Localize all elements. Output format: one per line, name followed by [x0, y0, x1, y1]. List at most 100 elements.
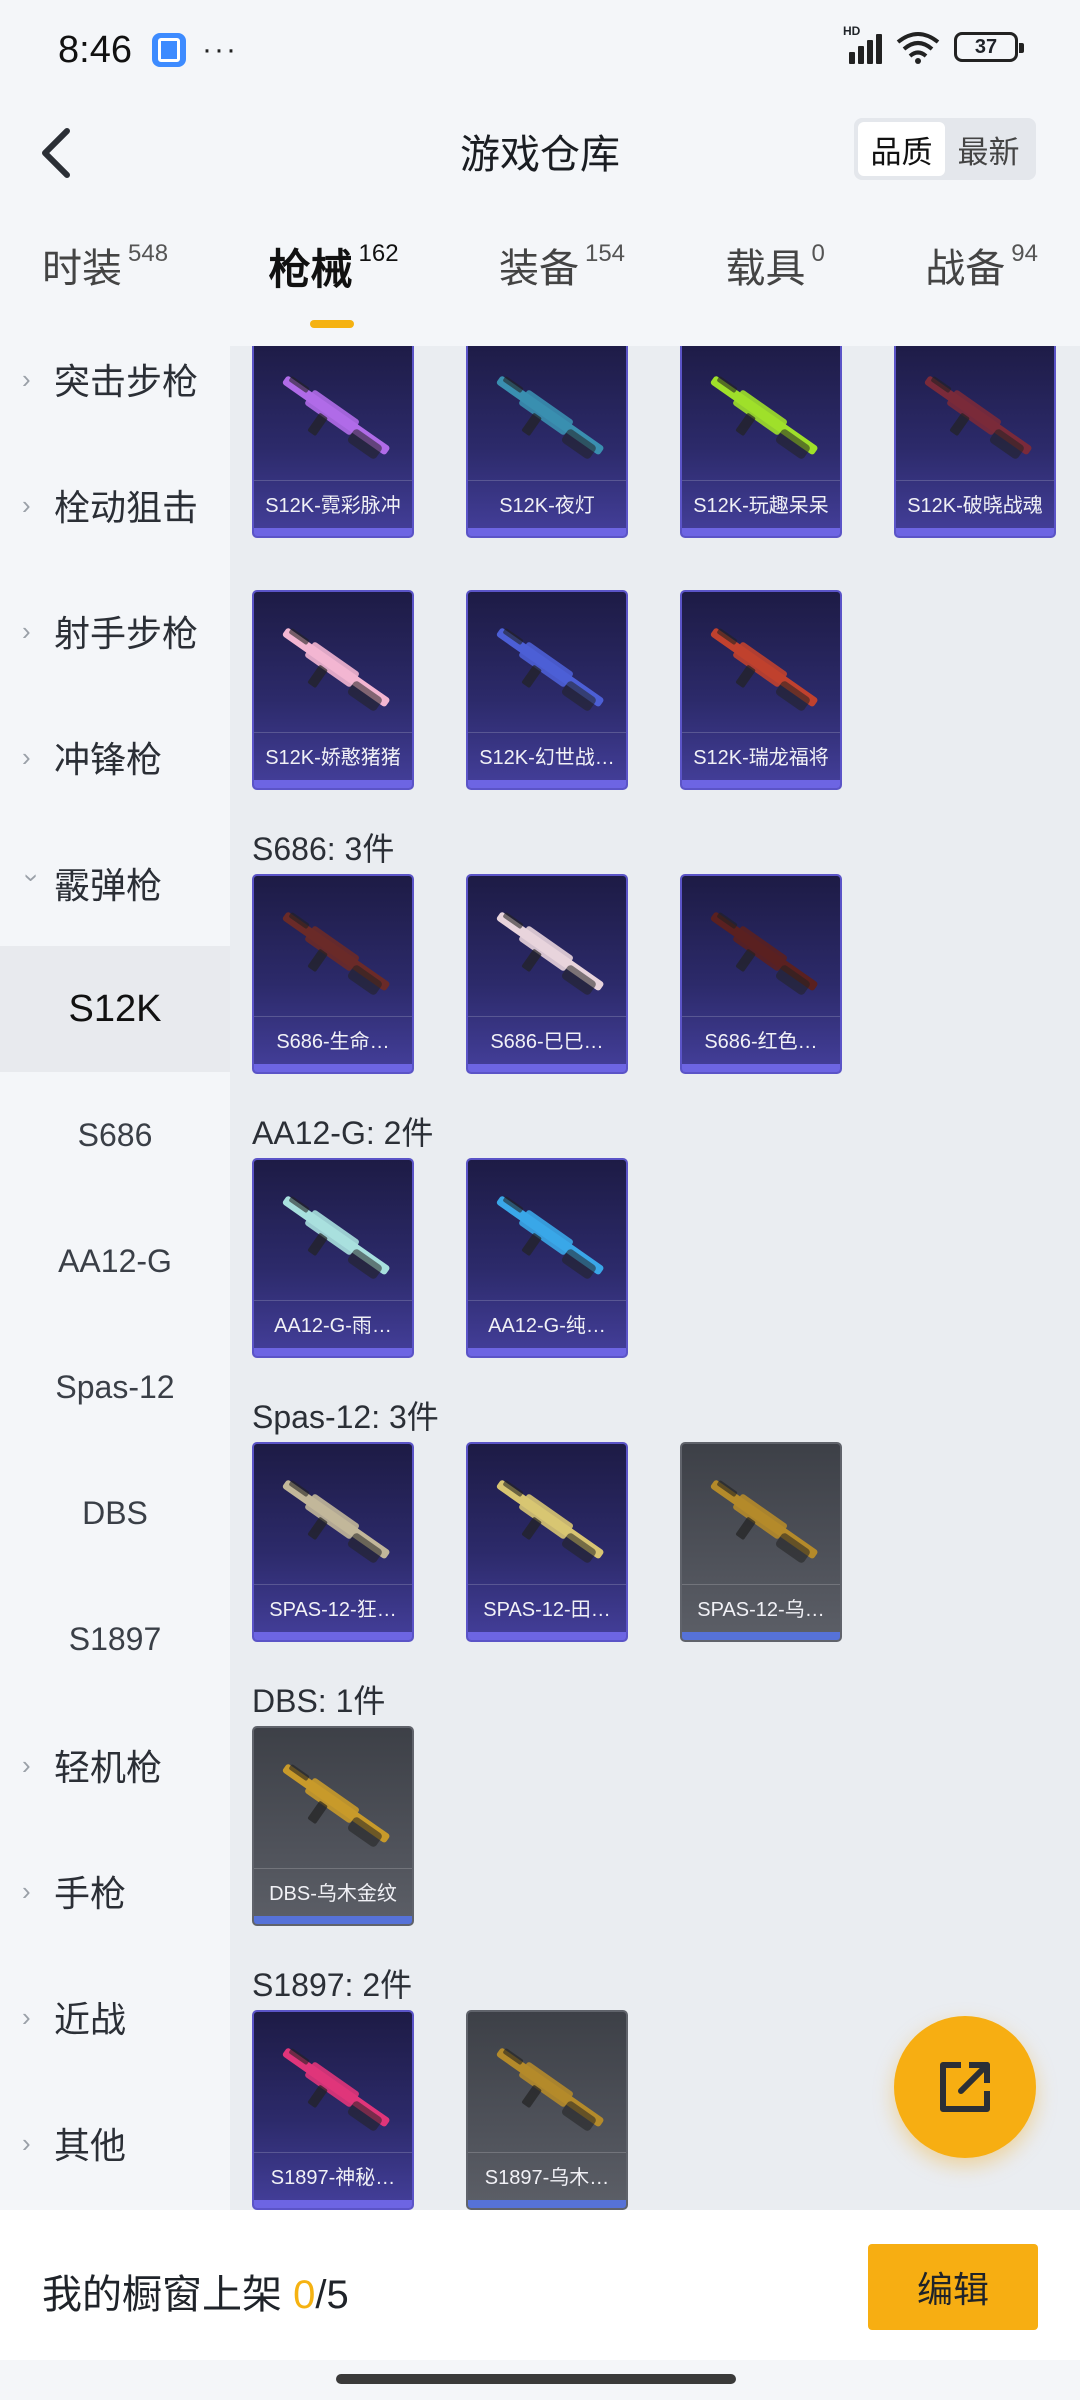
sidebar-category-label: 射手步枪 — [54, 613, 199, 654]
sidebar-category[interactable]: › 手枪 — [0, 1828, 230, 1954]
tab-1[interactable]: 枪械 162 — [268, 236, 399, 336]
chevron-right-icon: › — [22, 1749, 31, 1780]
weapon-name: S686-生命… — [254, 1016, 412, 1062]
tab-count: 548 — [128, 240, 169, 267]
weapon-card[interactable]: S686-生命… — [252, 874, 414, 1074]
sidebar-subitem-label: S12K — [68, 987, 162, 1030]
sidebar-category[interactable]: › 轻机枪 — [0, 1702, 230, 1828]
tab-label: 战备 — [925, 247, 1006, 291]
rarity-bar — [254, 1916, 412, 1924]
sidebar-subitem-label: S1897 — [68, 1620, 162, 1657]
tab-3[interactable]: 载具 0 — [725, 236, 824, 336]
weapon-card[interactable]: S12K-瑞龙福将 — [680, 590, 842, 790]
sidebar-category-label: 突击步枪 — [54, 361, 199, 402]
sidebar-category[interactable]: › 射手步枪 — [0, 568, 230, 694]
section-label: AA12-G: 2件 — [252, 1115, 434, 1151]
weapon-name: DBS-乌木金纹 — [254, 1868, 412, 1914]
chevron-right-icon: › — [22, 615, 31, 646]
weapon-card[interactable]: S1897-乌木… — [466, 2010, 628, 2210]
weapon-name: SPAS-12-乌… — [682, 1584, 840, 1630]
tab-4[interactable]: 战备 94 — [925, 236, 1038, 336]
weapon-card[interactable]: S686-巳巳… — [466, 874, 628, 1074]
sidebar-category[interactable]: › 栓动狙击 — [0, 442, 230, 568]
chevron-down-icon: › — [17, 873, 48, 882]
home-indicator[interactable] — [336, 2374, 736, 2384]
status-icons: HD 37 — [843, 24, 1024, 64]
sort-quality-button[interactable]: 品质 — [858, 122, 945, 176]
weapon-card[interactable]: SPAS-12-乌… — [680, 1442, 842, 1642]
weapon-name: S12K-玩趣呆呆 — [682, 480, 840, 526]
rarity-bar — [682, 528, 840, 536]
showcase-status: 我的橱窗上架 0/5 — [42, 2262, 349, 2320]
weapon-icon — [282, 376, 390, 459]
weapon-card[interactable]: AA12-G-纯… — [466, 1158, 628, 1358]
weapon-name: S12K-瑞龙福将 — [682, 732, 840, 778]
weapon-card[interactable]: DBS-乌木金纹 — [252, 1726, 414, 1926]
weapon-name: S686-红色… — [682, 1016, 840, 1062]
weapon-card[interactable]: S12K-娇憨猪猪 — [252, 590, 414, 790]
chevron-right-icon: › — [22, 2001, 31, 2032]
rarity-bar — [896, 528, 1054, 536]
sidebar-subitem[interactable]: S1897 — [0, 1576, 230, 1702]
sidebar-category[interactable]: › 突击步枪 — [0, 346, 230, 442]
weapon-card[interactable]: SPAS-12-狂… — [252, 1442, 414, 1642]
weapon-name: S12K-破晓战魂 — [896, 480, 1054, 526]
weapon-name: S1897-乌木… — [468, 2152, 626, 2198]
header: 游戏仓库 品质 最新 — [0, 100, 1080, 204]
weapon-card[interactable]: AA12-G-雨… — [252, 1158, 414, 1358]
sidebar-subitem[interactable]: Spas-12 — [0, 1324, 230, 1450]
weapon-name: AA12-G-雨… — [254, 1300, 412, 1346]
sort-newest-button[interactable]: 最新 — [945, 122, 1032, 176]
weapon-card[interactable]: S1897-神秘… — [252, 2010, 414, 2210]
weapon-card[interactable]: S686-红色… — [680, 874, 842, 1074]
weapon-name: SPAS-12-狂… — [254, 1584, 412, 1630]
weapon-name: S12K-幻世战… — [468, 732, 626, 778]
rarity-bar — [468, 528, 626, 536]
sort-toggle: 品质 最新 — [854, 118, 1036, 180]
notification-app-icon — [151, 33, 186, 67]
weapon-icon — [282, 912, 390, 995]
sidebar-subitem-label: Spas-12 — [55, 1368, 175, 1405]
tab-2[interactable]: 装备 154 — [499, 236, 625, 336]
share-button[interactable] — [894, 2016, 1036, 2158]
weapon-card[interactable]: S12K-夜灯 — [466, 346, 628, 538]
sidebar-subitem[interactable]: DBS — [0, 1450, 230, 1576]
sidebar-category[interactable]: › 其他 — [0, 2080, 230, 2206]
sidebar-subitem[interactable]: S686 — [0, 1072, 230, 1198]
showcase-label: 我的橱窗上架 — [42, 2273, 294, 2317]
weapon-icon — [282, 1196, 390, 1279]
sidebar-category[interactable]: › 冲锋枪 — [0, 694, 230, 820]
sidebar-category[interactable]: › 近战 — [0, 1954, 230, 2080]
rarity-bar — [254, 2200, 412, 2208]
weapon-card[interactable]: S12K-霓彩脉冲 — [252, 346, 414, 538]
weapon-icon — [496, 628, 604, 711]
rarity-bar — [254, 780, 412, 788]
hd-label: HD — [843, 24, 861, 38]
tab-count: 0 — [811, 240, 825, 267]
rarity-bar — [682, 780, 840, 788]
edit-button[interactable]: 编辑 — [868, 2244, 1038, 2330]
sidebar-category-label: 其他 — [54, 2125, 127, 2166]
sidebar-subitem[interactable]: S12K — [0, 946, 230, 1072]
battery-level: 37 — [974, 35, 998, 58]
weapon-name: S1897-神秘… — [254, 2152, 412, 2198]
wifi-icon — [896, 30, 940, 64]
tab-0[interactable]: 时装 548 — [42, 236, 168, 336]
tab-count: 162 — [358, 240, 399, 267]
weapon-card[interactable]: SPAS-12-田… — [466, 1442, 628, 1642]
weapon-icon — [496, 376, 604, 459]
chevron-right-icon: › — [22, 363, 31, 394]
weapon-card[interactable]: S12K-幻世战… — [466, 590, 628, 790]
battery-icon: 37 — [954, 32, 1024, 62]
weapon-icon — [282, 1764, 390, 1847]
sidebar-subitem[interactable]: AA12-G — [0, 1198, 230, 1324]
more-notifications-icon: ··· — [201, 33, 238, 66]
weapon-name: SPAS-12-田… — [468, 1584, 626, 1630]
weapon-card[interactable]: S12K-破晓战魂 — [894, 346, 1056, 538]
section-label: S686: 3件 — [252, 831, 395, 867]
weapon-icon — [496, 1480, 604, 1563]
sidebar-category[interactable]: › 霰弹枪 — [0, 820, 230, 946]
chevron-right-icon: › — [22, 741, 31, 772]
weapon-card[interactable]: S12K-玩趣呆呆 — [680, 346, 842, 538]
sidebar-category-label: 近战 — [54, 1999, 127, 2040]
